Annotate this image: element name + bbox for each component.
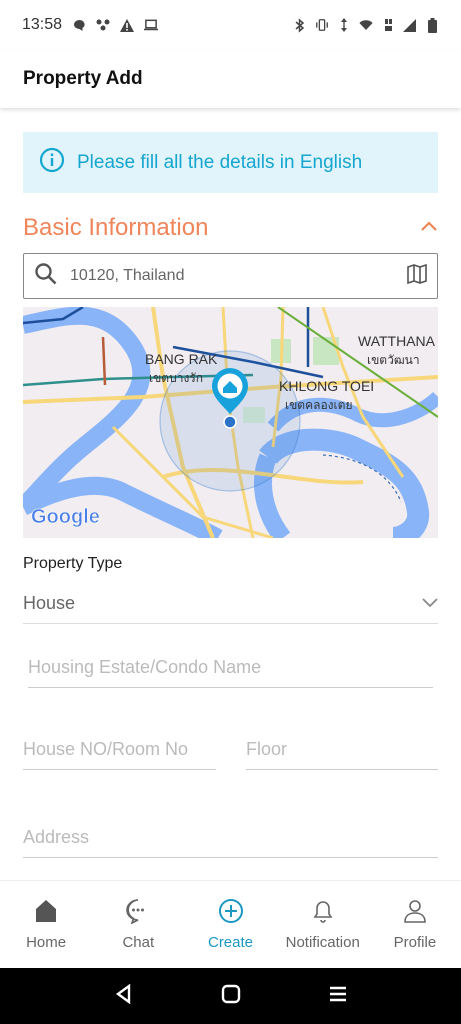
map-label-bang-rak-th: เขตบางรัก bbox=[149, 371, 203, 385]
bell-icon bbox=[310, 898, 336, 928]
property-type-label: Property Type bbox=[23, 555, 123, 572]
address-field[interactable]: Address bbox=[23, 818, 438, 858]
property-type-value: House bbox=[23, 593, 76, 613]
address-placeholder: Address bbox=[23, 827, 90, 847]
location-search-input[interactable]: 10120, Thailand bbox=[23, 253, 438, 299]
info-banner: Please fill all the details in English bbox=[23, 132, 438, 193]
message-status-icon bbox=[72, 18, 86, 32]
map-label-watthana: WATTHANA bbox=[358, 333, 436, 349]
create-icon bbox=[218, 898, 244, 928]
basic-info-section-header[interactable]: Basic Information bbox=[23, 208, 438, 248]
profile-icon bbox=[402, 898, 428, 928]
house-no-field[interactable]: House NO/Room No bbox=[23, 730, 216, 770]
nav-chat[interactable]: Chat bbox=[92, 881, 184, 968]
info-banner-text: Please fill all the details in English bbox=[77, 151, 363, 173]
search-value: 10120, Thailand bbox=[70, 267, 185, 284]
map-label-watthana-th: เขตวัฒนา bbox=[367, 353, 420, 367]
chat-icon bbox=[125, 898, 151, 928]
page-title: Property Add bbox=[23, 68, 143, 89]
drone-status-icon bbox=[96, 18, 110, 32]
laptop-status-icon bbox=[144, 18, 159, 32]
warning-status-icon bbox=[120, 18, 135, 32]
system-nav-bar bbox=[0, 968, 461, 1024]
recents-icon[interactable] bbox=[328, 984, 348, 1009]
bluetooth-icon bbox=[293, 17, 307, 33]
estate-name-placeholder: Housing Estate/Condo Name bbox=[28, 657, 262, 677]
property-type-select[interactable]: House bbox=[23, 584, 438, 624]
bottom-nav: Home Chat Create Notification Profile bbox=[0, 880, 461, 968]
chevron-up-icon[interactable] bbox=[420, 219, 438, 237]
map-label-khlong-toei: KHLONG TOEI bbox=[279, 378, 374, 394]
search-icon bbox=[34, 262, 58, 291]
nav-profile-label: Profile bbox=[393, 934, 437, 951]
status-bar: 13:58 bbox=[0, 0, 461, 50]
nav-chat-label: Chat bbox=[122, 934, 155, 951]
home-circle-icon[interactable] bbox=[221, 984, 241, 1009]
signal-icon bbox=[403, 18, 417, 32]
map-icon[interactable] bbox=[407, 263, 427, 289]
chevron-down-icon bbox=[422, 595, 438, 613]
google-logo: Google bbox=[31, 506, 100, 528]
form-content[interactable]: Please fill all the details in English B… bbox=[0, 108, 461, 880]
status-right bbox=[293, 17, 439, 33]
vibrate-icon bbox=[315, 18, 329, 32]
nav-profile[interactable]: Profile bbox=[369, 881, 461, 968]
floor-field[interactable]: Floor bbox=[246, 730, 438, 770]
map-canvas: BANG RAK เขตบางรัก KHLONG TOEI เขตคลองเต… bbox=[23, 307, 438, 538]
floor-placeholder: Floor bbox=[246, 739, 288, 759]
nav-home-label: Home bbox=[26, 934, 67, 951]
status-time: 13:58 bbox=[22, 16, 63, 33]
house-no-placeholder: House NO/Room No bbox=[23, 739, 189, 759]
app-header: Property Add bbox=[0, 50, 461, 108]
back-icon[interactable] bbox=[114, 983, 134, 1009]
estate-name-field[interactable]: Housing Estate/Condo Name bbox=[28, 648, 433, 688]
nav-create-label: Create bbox=[207, 934, 254, 951]
section-title: Basic Information bbox=[23, 214, 209, 241]
data-arrows-icon bbox=[337, 18, 351, 32]
nav-home[interactable]: Home bbox=[0, 881, 92, 968]
nav-notification-label: Notification bbox=[285, 934, 360, 951]
lte-icon bbox=[381, 18, 395, 32]
map-label-khlong-toei-th: เขตคลองเตย bbox=[285, 398, 352, 412]
location-map[interactable]: BANG RAK เขตบางรัก KHLONG TOEI เขตคลองเต… bbox=[23, 307, 438, 538]
status-left: 13:58 bbox=[22, 16, 159, 34]
nav-notification[interactable]: Notification bbox=[277, 881, 369, 968]
battery-icon bbox=[425, 17, 439, 33]
wifi-icon bbox=[359, 18, 373, 32]
info-icon bbox=[39, 147, 65, 178]
home-icon bbox=[33, 898, 59, 928]
map-label-bang-rak: BANG RAK bbox=[145, 351, 218, 367]
nav-create[interactable]: Create bbox=[184, 881, 276, 968]
